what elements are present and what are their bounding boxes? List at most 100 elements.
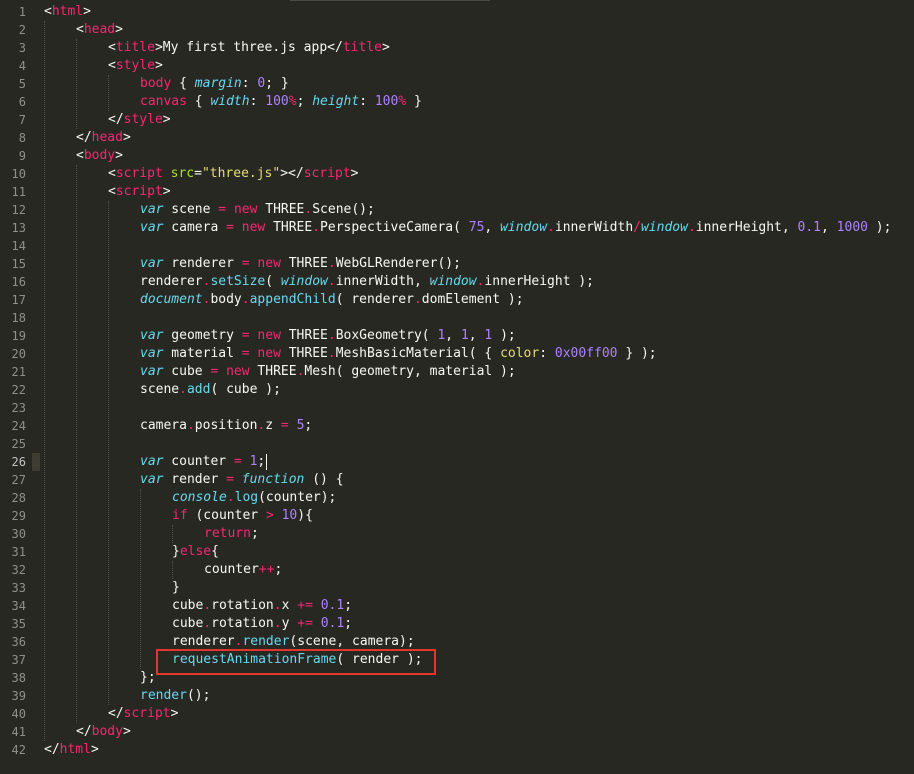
code-line[interactable]: var renderer = new THREE.WebGLRenderer()… bbox=[140, 255, 461, 273]
code-token: domElement ); bbox=[421, 292, 524, 307]
code-line[interactable]: </head> bbox=[76, 129, 131, 147]
code-line[interactable]: cube.rotation.x += 0.1; bbox=[172, 597, 352, 615]
code-line[interactable]: } bbox=[172, 579, 180, 597]
code-token: var bbox=[140, 346, 164, 361]
code-token: , bbox=[484, 220, 501, 235]
code-line[interactable]: </script> bbox=[108, 705, 178, 723]
code-line[interactable]: console.log(counter); bbox=[172, 489, 336, 507]
line-number: 42 bbox=[11, 743, 26, 757]
code-line[interactable]: <script src="three.js"></script> bbox=[108, 165, 359, 183]
code-token: margin bbox=[194, 76, 242, 91]
code-line[interactable]: </style> bbox=[108, 111, 171, 129]
line-number: 21 bbox=[11, 365, 26, 379]
code-token: > bbox=[350, 166, 359, 181]
code-line[interactable]: canvas { width: 100%; height: 100% } bbox=[140, 93, 422, 111]
code-token: > bbox=[122, 724, 131, 739]
line-number: 24 bbox=[11, 419, 26, 433]
code-token: ); bbox=[492, 328, 516, 343]
code-line[interactable]: var material = new THREE.MeshBasicMateri… bbox=[140, 345, 657, 363]
code-token: new bbox=[257, 328, 281, 343]
code-line[interactable]: cube.rotation.y += 0.1; bbox=[172, 615, 352, 633]
code-token: . bbox=[327, 328, 336, 343]
line-number: 14 bbox=[11, 239, 26, 253]
code-line[interactable]: camera.position.z = 5; bbox=[140, 417, 312, 435]
code-line[interactable]: counter++; bbox=[204, 561, 282, 579]
code-token: THREE bbox=[280, 346, 328, 361]
code-token: return bbox=[204, 526, 251, 541]
code-line[interactable]: <script> bbox=[108, 183, 171, 201]
code-token: THREE bbox=[249, 364, 297, 379]
code-line[interactable]: <html> bbox=[44, 3, 91, 21]
code-token: title bbox=[115, 40, 155, 55]
code-editor[interactable]: 1 2 3 4 5 6 7 8 9 10 11 12 13 14 15 16 17 18 19 20 21 22 23 24 2… bbox=[0, 0, 914, 774]
code-token: window bbox=[640, 220, 688, 235]
code-token: 0.1 bbox=[320, 616, 345, 631]
code-token: new bbox=[226, 364, 250, 379]
code-token: "three.js" bbox=[201, 166, 281, 181]
code-token: renderer bbox=[172, 634, 235, 649]
code-line[interactable]: var counter = 1; bbox=[140, 453, 265, 471]
code-token: . bbox=[312, 220, 321, 235]
code-line[interactable]: <head> bbox=[76, 21, 123, 39]
line-number: 13 bbox=[11, 221, 26, 235]
code-token: = bbox=[241, 256, 250, 271]
code-token: ; bbox=[257, 454, 266, 469]
code-line[interactable]: var camera = new THREE.PerspectiveCamera… bbox=[140, 219, 891, 237]
code-line[interactable]: if (counter > 10){ bbox=[172, 507, 313, 525]
code-token: new bbox=[241, 220, 266, 235]
code-line[interactable]: var scene = new THREE.Scene(); bbox=[140, 201, 375, 219]
code-token: , bbox=[468, 328, 485, 343]
code-token: counter bbox=[204, 562, 259, 577]
code-token: / bbox=[633, 220, 641, 235]
code-line[interactable]: renderer.setSize( window.innerWidth, win… bbox=[140, 273, 594, 291]
code-line[interactable]: var render = function () { bbox=[140, 471, 344, 489]
line-number: 11 bbox=[11, 185, 26, 199]
code-token: 100 bbox=[374, 94, 399, 109]
code-line[interactable]: scene.add( cube ); bbox=[140, 381, 281, 399]
code-token: new bbox=[257, 256, 281, 271]
code-token: </ bbox=[108, 706, 124, 721]
code-token: { bbox=[211, 544, 219, 559]
code-token: () { bbox=[304, 472, 344, 487]
code-token: 75 bbox=[468, 220, 485, 235]
code-token: innerWidth, bbox=[335, 274, 430, 289]
code-line[interactable]: </html> bbox=[44, 741, 99, 759]
code-line[interactable]: </body> bbox=[76, 723, 131, 741]
code-line[interactable]: <style> bbox=[108, 57, 163, 75]
code-token: < bbox=[76, 22, 84, 37]
code-token: . bbox=[226, 490, 235, 505]
code-token: window bbox=[500, 220, 548, 235]
code-token: scene bbox=[163, 202, 219, 217]
code-token: THREE bbox=[280, 256, 328, 271]
code-line[interactable]: body { margin: 0; } bbox=[140, 75, 289, 93]
code-token: 10 bbox=[281, 508, 298, 523]
code-line[interactable]: }; bbox=[140, 669, 156, 687]
code-token: Scene(); bbox=[312, 202, 375, 217]
code-token: . bbox=[413, 292, 422, 307]
code-line[interactable]: <title>My first three.js app</title> bbox=[108, 39, 390, 57]
code-token: renderer bbox=[140, 274, 203, 289]
code-token: rotation bbox=[211, 598, 274, 613]
code-token: cube bbox=[172, 598, 204, 613]
code-token: = bbox=[280, 418, 289, 433]
code-token: , bbox=[821, 220, 837, 235]
code-line[interactable]: }else{ bbox=[172, 543, 219, 561]
code-line[interactable]: return; bbox=[204, 525, 259, 543]
code-token: camera bbox=[140, 418, 187, 433]
code-token: < bbox=[108, 166, 116, 181]
code-token: = bbox=[233, 454, 242, 469]
code-token: geometry bbox=[163, 328, 242, 343]
code-line[interactable]: var cube = new THREE.Mesh( geometry, mat… bbox=[140, 363, 516, 381]
code-token: 1000 bbox=[836, 220, 868, 235]
code-token: ; bbox=[304, 418, 313, 433]
code-line[interactable]: <body> bbox=[76, 147, 123, 165]
line-number: 3 bbox=[18, 41, 26, 55]
code-token: THREE bbox=[280, 328, 328, 343]
line-number: 31 bbox=[11, 545, 26, 559]
code-line[interactable]: render(); bbox=[140, 687, 210, 705]
code-token: PerspectiveCamera( bbox=[320, 220, 469, 235]
code-line[interactable]: var geometry = new THREE.BoxGeometry( 1,… bbox=[140, 327, 516, 345]
code-line[interactable]: document.body.appendChild( renderer.domE… bbox=[140, 291, 524, 309]
